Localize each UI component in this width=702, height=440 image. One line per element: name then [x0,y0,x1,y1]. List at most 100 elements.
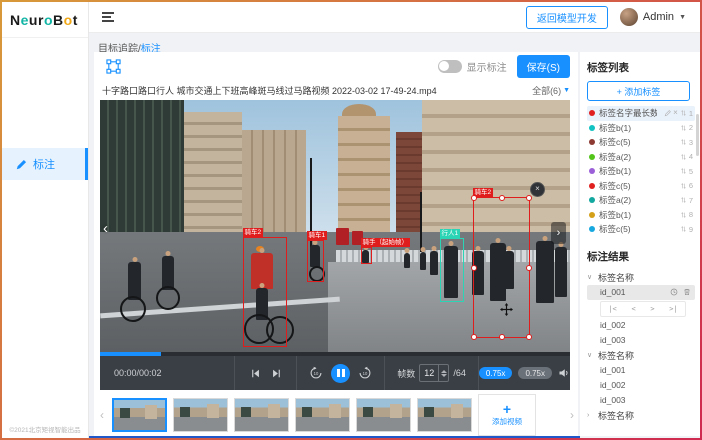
tag-list-item[interactable]: 标签c(5) 6 [587,179,695,194]
back-to-model-dev-button[interactable]: 返回模型开发 [526,6,608,29]
result-item[interactable]: id_002 [587,378,695,393]
result-title: 标注结果 [587,249,695,264]
result-item[interactable]: id_003 [587,393,695,408]
next-video-arrow[interactable]: › [551,222,566,244]
tag-list-item[interactable]: 标签名字最长数... × 1 [587,106,695,121]
tag-color-dot [589,125,595,131]
bounding-box-tool-icon[interactable] [106,59,121,74]
sort-icon[interactable] [680,138,687,146]
video-thumbnail[interactable] [295,398,350,432]
speed-pill[interactable]: 0.75x [518,367,552,379]
step-up-icon[interactable] [441,370,447,373]
edit-tag-icon[interactable] [664,110,671,117]
sort-icon[interactable] [680,196,687,204]
resize-handle[interactable] [526,334,532,340]
resize-handle[interactable] [471,334,477,340]
save-button[interactable]: 保存(S) [517,55,570,78]
result-item[interactable]: id_001 [587,285,695,300]
copyright-text: ©2021北京矩视智能出品 [2,424,88,434]
filmstrip: ‹ + 添加视频 › [94,394,578,436]
toggle-switch[interactable] [438,60,462,73]
resize-handle[interactable] [499,334,505,340]
speed-pill-active[interactable]: 0.75x [479,367,513,379]
delete-tag-icon[interactable]: × [673,109,678,117]
show-annotation-toggle[interactable]: 显示标注 [438,59,507,74]
tag-list-item[interactable]: 标签a(2) 4 [587,150,695,165]
step-down-icon[interactable] [441,374,447,377]
prev-frame-icon[interactable] [250,368,261,379]
user-menu[interactable]: Admin ▼ [620,8,686,26]
sidebar-item-annotate[interactable]: 标注 [2,148,88,180]
volume-icon[interactable] [558,367,570,379]
result-item[interactable]: id_003 [587,333,695,348]
video-thumbnail[interactable] [173,398,228,432]
sort-icon[interactable] [680,153,687,161]
sort-icon[interactable] [680,225,687,233]
forward-10-icon[interactable]: 10 [358,366,372,380]
pause-button[interactable] [331,364,350,383]
annotation-box-selected[interactable]: 骑车2× [473,197,530,338]
resize-handle[interactable] [526,195,532,201]
next-page-icon[interactable]: > [650,305,654,313]
tag-list-item[interactable]: 标签b(1) 5 [587,164,695,179]
annotation-box[interactable]: 行人1 [440,238,464,302]
sort-icon[interactable] [680,211,687,219]
annotation-box[interactable]: 骑车1 [307,240,324,282]
sort-icon[interactable] [680,109,687,117]
result-item[interactable]: id_001 [587,363,695,378]
tag-list-item[interactable]: 标签c(5) 3 [587,135,695,150]
resize-handle[interactable] [499,195,505,201]
result-item[interactable]: id_002 [587,318,695,333]
sort-icon[interactable] [680,167,687,175]
prev-page-icon[interactable]: < [631,305,635,313]
tag-shortcut-number: 7 [689,196,693,205]
result-group-header[interactable]: ∨标签名称 [587,270,695,285]
video-thumbnail[interactable] [234,398,289,432]
tag-name: 标签b(1) [599,165,657,177]
next-frame-icon[interactable] [271,368,282,379]
sort-icon[interactable] [680,182,687,190]
caret-collapsed-icon: › [587,412,594,419]
frame-input-field[interactable] [420,365,438,381]
annotation-box[interactable]: 骑手（起始帧） [361,247,372,264]
sort-icon[interactable] [680,124,687,132]
last-frame-icon[interactable]: >| [669,305,677,313]
app-logo: NeuroBot [2,2,88,38]
prev-video-arrow[interactable]: ‹ [103,220,108,237]
result-group-header[interactable]: ∨标签名称 [587,348,695,363]
collapse-menu-icon[interactable] [102,12,114,22]
resize-handle[interactable] [471,195,477,201]
tag-shortcut-number: 9 [689,225,693,234]
delete-annotation-icon[interactable]: × [530,182,545,197]
tag-list-item[interactable]: 标签b(1) 8 [587,208,695,223]
first-frame-icon[interactable]: |< [608,305,616,313]
history-icon[interactable] [670,288,678,296]
filmstrip-prev-icon[interactable]: ‹ [98,408,106,422]
video-thumbnail[interactable] [417,398,472,432]
frame-stepper[interactable] [438,365,448,381]
add-tag-button[interactable]: + 添加标签 [587,81,690,101]
screenshot-frame: NeuroBot 标注 ©2021北京矩视智能出品 返回模型开发 Admin ▼… [0,0,702,440]
trash-icon[interactable] [683,288,691,296]
add-video-button[interactable]: + 添加视频 [478,394,536,436]
resize-handle[interactable] [526,265,532,271]
filmstrip-next-icon[interactable]: › [568,408,576,422]
video-thumbnail[interactable] [112,398,167,432]
tag-list-item[interactable]: 标签b(1) 2 [587,121,695,136]
annotation-box[interactable]: 骑车2 [243,237,287,347]
result-group-header[interactable]: ›标签名称 [587,408,695,423]
bottom-scroll-indicator[interactable] [88,436,580,438]
annotation-label: 骑车1 [307,231,328,240]
logo-letter: o [64,12,73,28]
logo-letter: N [10,12,21,28]
tag-shortcut-number: 6 [689,181,693,190]
tag-list-item[interactable]: 标签c(5) 9 [587,222,695,237]
video-thumbnail[interactable] [356,398,411,432]
scrollbar[interactable] [696,114,699,156]
frame-number-input[interactable] [419,364,449,382]
resize-handle[interactable] [471,265,477,271]
logo-letter: B [53,12,64,28]
replay-10-icon[interactable]: 10 [309,366,323,380]
filter-dropdown[interactable]: 全部(6) ▼ [532,84,570,97]
tag-list-item[interactable]: 标签a(2) 7 [587,193,695,208]
